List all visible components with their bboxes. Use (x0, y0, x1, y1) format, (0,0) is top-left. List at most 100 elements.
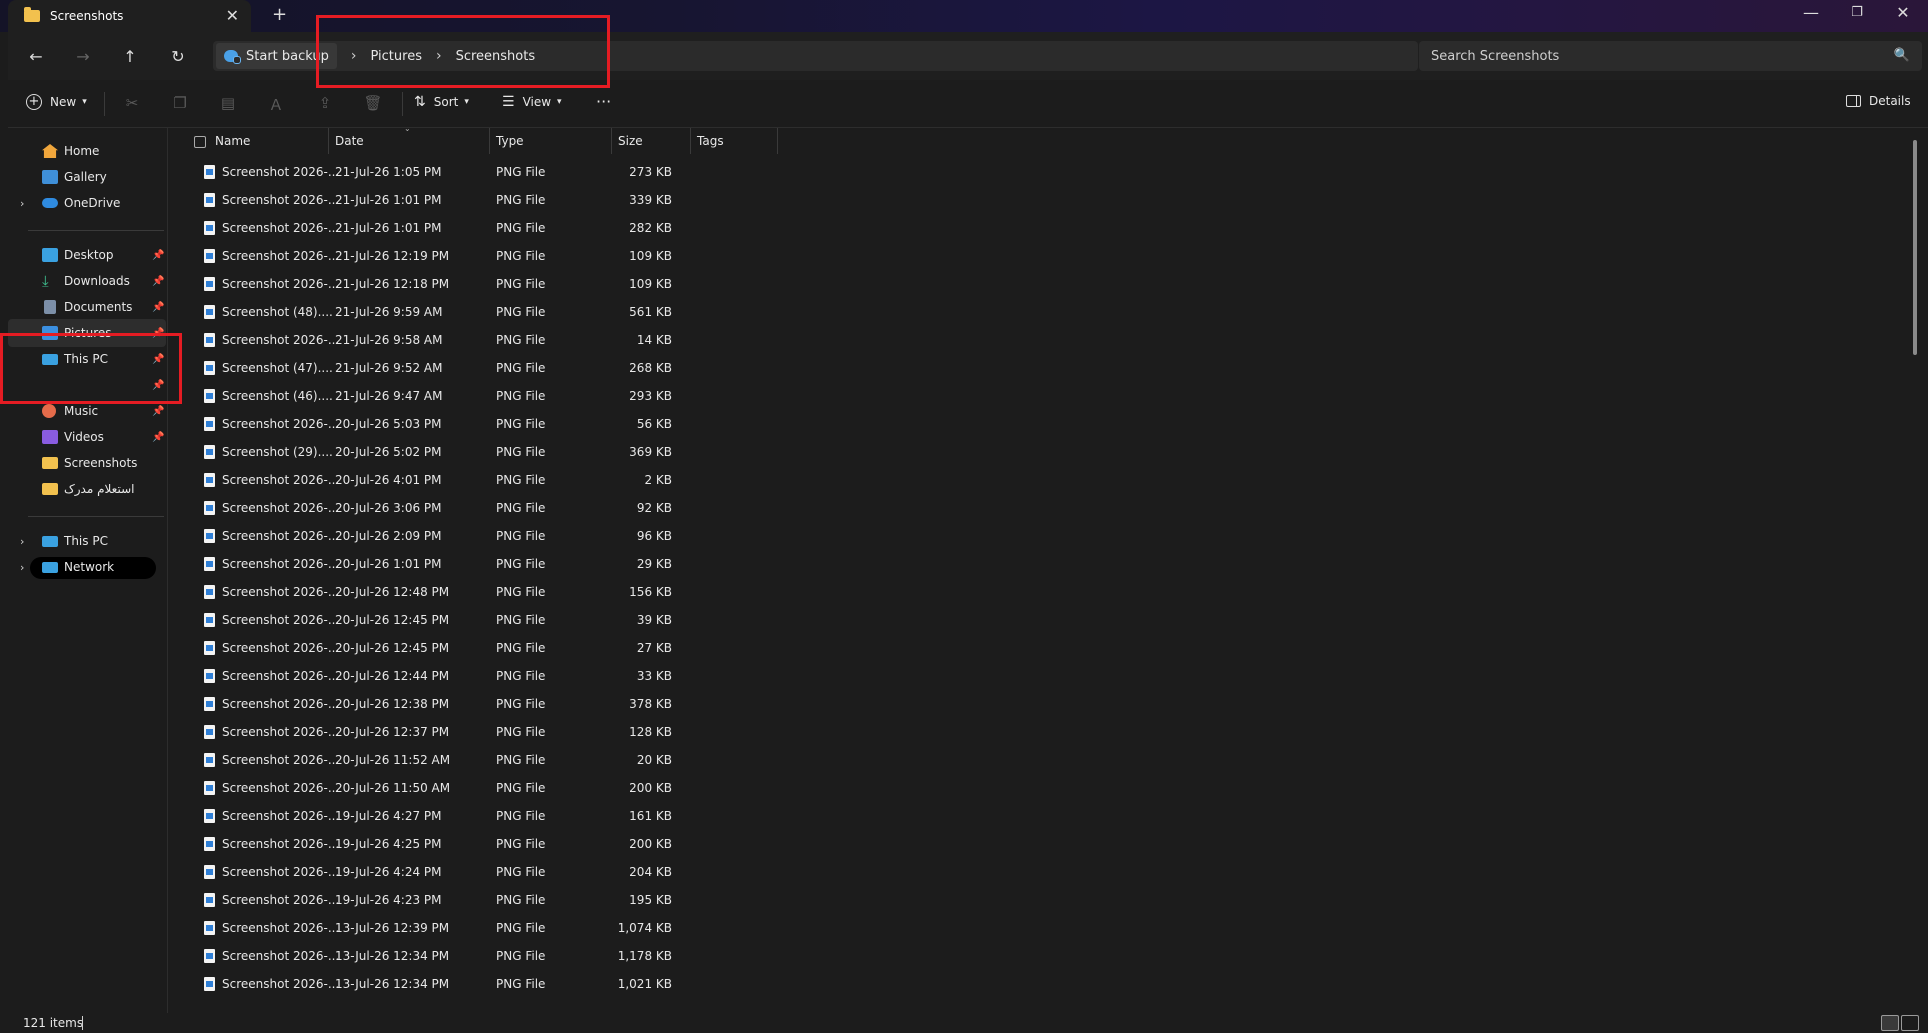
file-date: 19-Jul-26 4:23 PM (335, 893, 442, 907)
rename-icon[interactable]: Ａ (264, 94, 288, 115)
table-row[interactable]: Screenshot 2026-... 20-Jul-26 12:38 PM PNG… (170, 690, 690, 718)
sidebar-item-desktop[interactable]: Desktop 📌 (8, 241, 166, 269)
up-button[interactable]: ↑ (116, 42, 144, 70)
sidebar-item-music[interactable]: Music 📌 (8, 397, 166, 425)
column-size[interactable]: Size (612, 128, 691, 154)
refresh-button[interactable]: ↻ (164, 42, 192, 70)
table-row[interactable]: Screenshot 2026-... 21-Jul-26 12:18 PM PNG… (170, 270, 690, 298)
search-input[interactable]: Search Screenshots (1431, 49, 1559, 64)
column-tags[interactable]: Tags (691, 128, 778, 154)
table-row[interactable]: Screenshot 2026-... 19-Jul-26 4:27 PM PNG … (170, 802, 690, 830)
table-row[interactable]: Screenshot 2026-... 20-Jul-26 2:09 PM PNG … (170, 522, 690, 550)
table-row[interactable]: Screenshot 2026-... 20-Jul-26 5:03 PM PNG … (170, 410, 690, 438)
table-row[interactable]: Screenshot (46).... 21-Jul-26 9:47 AM PNG … (170, 382, 690, 410)
breadcrumb-separator[interactable]: › (351, 48, 357, 64)
sidebar-item-label: OneDrive (64, 196, 121, 210)
cut-icon[interactable]: ✂ (120, 94, 144, 112)
copy-icon[interactable]: ❐ (168, 94, 192, 112)
forward-button[interactable]: → (69, 42, 97, 70)
sidebar-item-redacted[interactable]: 📌 (8, 371, 166, 399)
table-row[interactable]: Screenshot 2026-... 19-Jul-26 4:23 PM PNG … (170, 886, 690, 914)
table-row[interactable]: Screenshot 2026-... 13-Jul-26 12:34 PM PNG… (170, 970, 690, 998)
table-row[interactable]: Screenshot 2026-... 21-Jul-26 1:01 PM PNG … (170, 214, 690, 242)
minimize-button[interactable]: — (1788, 3, 1834, 22)
paste-icon[interactable]: ▤ (216, 94, 240, 112)
table-row[interactable]: Screenshot 2026-... 20-Jul-26 3:06 PM PNG … (170, 494, 690, 522)
sidebar-item-label: Network (64, 560, 115, 574)
sidebar-item-this-pc-pinned[interactable]: This PC 📌 (8, 345, 166, 373)
table-row[interactable]: Screenshot 2026-... 21-Jul-26 12:19 PM PNG… (170, 242, 690, 270)
close-window-button[interactable]: ✕ (1880, 3, 1926, 22)
png-file-icon (204, 445, 215, 459)
sidebar-item-home[interactable]: Home (8, 137, 166, 165)
sidebar-item-pictures[interactable]: Pictures 📌 (8, 319, 166, 347)
tiles-view-button[interactable] (1901, 1015, 1919, 1031)
table-row[interactable]: Screenshot 2026-... 20-Jul-26 12:45 PM PNG… (170, 606, 690, 634)
breadcrumb-separator[interactable]: › (436, 48, 442, 64)
maximize-button[interactable]: ❐ (1834, 5, 1880, 20)
table-row[interactable]: Screenshot 2026-... 20-Jul-26 11:50 AM PNG… (170, 774, 690, 802)
file-name: Screenshot (46).... (222, 389, 333, 403)
back-button[interactable]: ← (22, 42, 50, 70)
new-tab-button[interactable]: + (272, 4, 287, 25)
sort-button[interactable]: ⇅ Sort ▾ (414, 94, 469, 110)
vertical-scrollbar[interactable] (1913, 140, 1917, 355)
file-name: Screenshot 2026-... (222, 725, 340, 739)
table-row[interactable]: Screenshot 2026-... 20-Jul-26 1:01 PM PNG … (170, 550, 690, 578)
table-row[interactable]: Screenshot 2026-... 20-Jul-26 12:45 PM PNG… (170, 634, 690, 662)
table-row[interactable]: Screenshot 2026-... 20-Jul-26 4:01 PM PNG … (170, 466, 690, 494)
column-type[interactable]: Type (490, 128, 612, 154)
file-name: Screenshot 2026-... (222, 949, 340, 963)
table-row[interactable]: Screenshot 2026-... 20-Jul-26 12:44 PM PNG… (170, 662, 690, 690)
details-button[interactable]: Details (1846, 94, 1911, 108)
expand-chevron-icon[interactable]: › (20, 561, 24, 574)
new-button[interactable]: + New ▾ (26, 94, 87, 110)
table-row[interactable]: Screenshot 2026-... 21-Jul-26 9:58 AM PNG … (170, 326, 690, 354)
breadcrumb-pictures[interactable]: Pictures (370, 49, 421, 64)
table-row[interactable]: Screenshot (48).... 21-Jul-26 9:59 AM PNG … (170, 298, 690, 326)
table-row[interactable]: Screenshot 2026-... 13-Jul-26 12:34 PM PNG… (170, 942, 690, 970)
search-box[interactable]: Search Screenshots 🔍 (1419, 41, 1922, 71)
table-row[interactable]: Screenshot 2026-... 21-Jul-26 1:05 PM PNG … (170, 158, 690, 186)
tab-screenshots[interactable]: Screenshots ✕ (8, 0, 251, 32)
table-row[interactable]: Screenshot 2026-... 20-Jul-26 11:52 AM PNG… (170, 746, 690, 774)
file-name: Screenshot 2026-... (222, 865, 340, 879)
view-button[interactable]: ☰ View ▾ (502, 94, 562, 110)
file-date: 21-Jul-26 12:19 PM (335, 249, 450, 263)
sidebar-item-downloads[interactable]: ⤓ Downloads 📌 (8, 267, 166, 295)
details-view-button[interactable] (1881, 1015, 1899, 1031)
table-row[interactable]: Screenshot 2026-... 21-Jul-26 1:01 PM PNG … (170, 186, 690, 214)
sidebar-item-onedrive[interactable]: › OneDrive (8, 189, 166, 217)
file-type: PNG File (496, 221, 546, 235)
file-size: 128 KB (629, 725, 672, 739)
file-name: Screenshot 2026-... (222, 165, 340, 179)
table-row[interactable]: Screenshot 2026-... 19-Jul-26 4:24 PM PNG … (170, 858, 690, 886)
sidebar-item-folder-rtl[interactable]: استعلام مدرک (8, 475, 166, 503)
table-row[interactable]: Screenshot 2026-... 20-Jul-26 12:37 PM PNG… (170, 718, 690, 746)
expand-chevron-icon[interactable]: › (20, 197, 24, 210)
sidebar-item-this-pc[interactable]: › This PC (8, 527, 166, 555)
delete-icon[interactable]: 🗑 (361, 94, 385, 112)
column-name[interactable]: Name (209, 128, 329, 154)
address-bar[interactable]: Start backup › Pictures › Screenshots (213, 41, 1418, 71)
file-type: PNG File (496, 669, 546, 683)
table-row[interactable]: Screenshot (47).... 21-Jul-26 9:52 AM PNG … (170, 354, 690, 382)
sidebar-item-gallery[interactable]: Gallery (8, 163, 166, 191)
file-size: 161 KB (629, 809, 672, 823)
more-options-button[interactable]: ··· (596, 92, 611, 111)
select-all-checkbox[interactable] (194, 136, 206, 148)
close-tab-icon[interactable]: ✕ (226, 6, 239, 25)
start-backup-button[interactable]: Start backup (216, 43, 337, 69)
breadcrumb-screenshots[interactable]: Screenshots (456, 49, 536, 64)
table-row[interactable]: Screenshot 2026-... 13-Jul-26 12:39 PM PNG… (170, 914, 690, 942)
share-icon[interactable]: ⇪ (313, 94, 337, 112)
sidebar-item-videos[interactable]: Videos 📌 (8, 423, 166, 451)
table-row[interactable]: Screenshot 2026-... 19-Jul-26 4:25 PM PNG … (170, 830, 690, 858)
png-file-icon (204, 837, 215, 851)
expand-chevron-icon[interactable]: › (20, 535, 24, 548)
sidebar-item-documents[interactable]: Documents 📌 (8, 293, 166, 321)
table-row[interactable]: Screenshot (29).... 20-Jul-26 5:02 PM PNG … (170, 438, 690, 466)
table-row[interactable]: Screenshot 2026-... 20-Jul-26 12:48 PM PNG… (170, 578, 690, 606)
sidebar-item-network[interactable]: › Network (8, 553, 166, 581)
sidebar-item-screenshots[interactable]: Screenshots (8, 449, 166, 477)
